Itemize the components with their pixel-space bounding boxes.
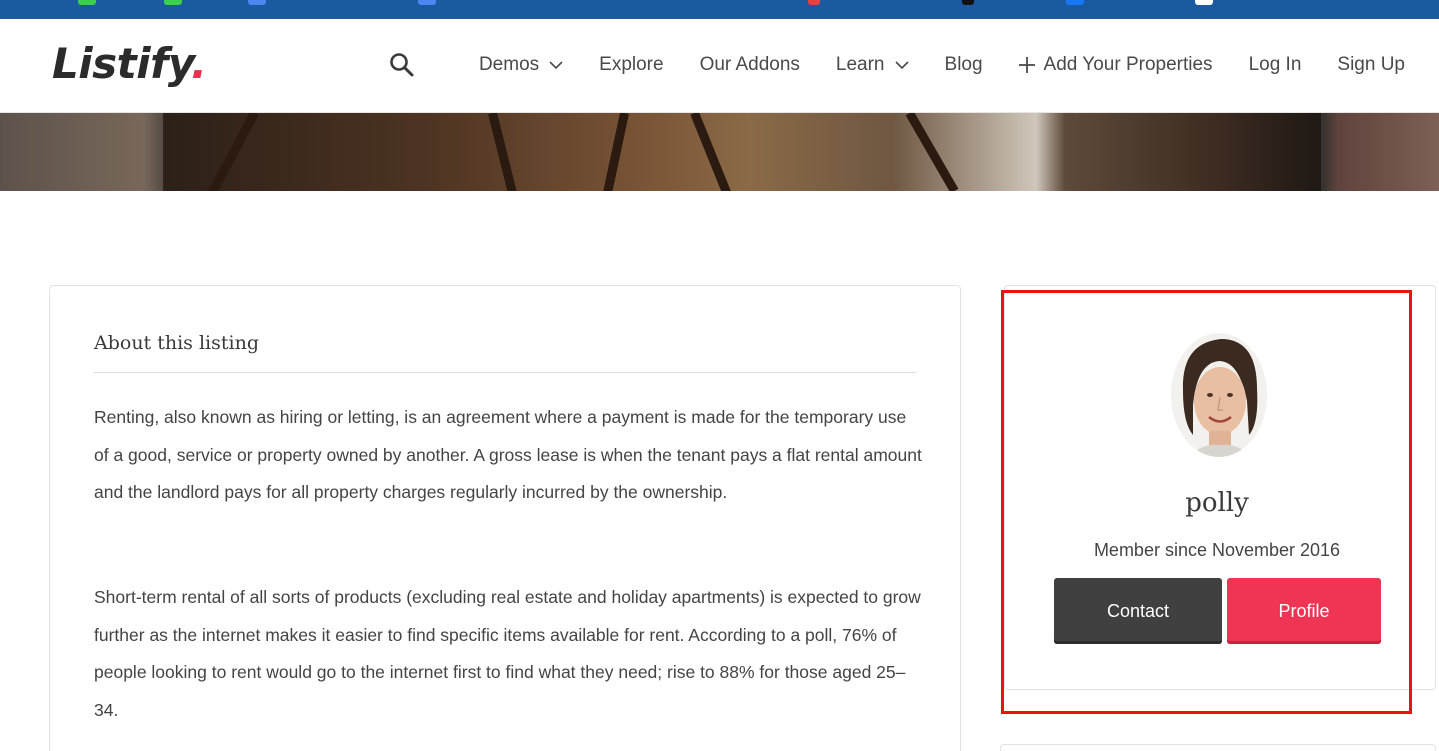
contact-button[interactable]: Contact [1054, 578, 1222, 644]
nav-demos-label: Demos [478, 54, 540, 75]
browser-bookmarks-bar [0, 0, 1439, 19]
search-icon[interactable] [389, 52, 415, 78]
nav-learn-label: Learn [835, 54, 885, 75]
member-since: Member since November 2016 [1093, 540, 1341, 560]
logo-dot: . [190, 39, 207, 88]
listing-paragraph: Short-term rental of all sorts of produc… [94, 587, 921, 720]
chair-leg [208, 113, 259, 191]
chevron-down-icon [549, 61, 563, 70]
nav-blog[interactable]: Blog [945, 54, 983, 76]
hero-image [0, 113, 1439, 191]
chair-leg [488, 113, 519, 191]
nav-log-in[interactable]: Log In [1249, 54, 1302, 76]
profile-button[interactable]: Profile [1227, 578, 1381, 644]
nav-our-addons-label: Our Addons [699, 54, 800, 75]
main-nav: Demos Explore Our Addons Learn Blog Add … [389, 19, 1405, 111]
listing-about-card: About this listing Renting, also known a… [49, 285, 961, 751]
bookmark-icon[interactable] [808, 0, 820, 5]
nav-sign-up-label: Sign Up [1337, 54, 1405, 75]
hero-image-left-panel [0, 113, 163, 191]
nav-blog-label: Blog [944, 54, 983, 75]
nav-log-in-label: Log In [1248, 54, 1302, 75]
plus-icon [1018, 57, 1035, 73]
bookmark-icon[interactable] [164, 0, 182, 5]
site-header: Listify. Demos Explore Our Addons Learn … [0, 19, 1439, 113]
bookmark-icon[interactable] [962, 0, 974, 5]
nav-learn[interactable]: Learn [836, 54, 909, 76]
site-logo[interactable]: Listify. [52, 39, 207, 88]
author-name[interactable]: polly [1004, 488, 1430, 518]
nav-explore[interactable]: Explore [599, 54, 663, 76]
nav-add-your-properties-label: Add Your Properties [1043, 54, 1213, 75]
logo-text: Listify [52, 39, 191, 88]
nav-add-your-properties[interactable]: Add Your Properties [1018, 54, 1213, 76]
bookmark-icon[interactable] [248, 0, 266, 5]
nav-sign-up[interactable]: Sign Up [1337, 54, 1405, 76]
chair-leg [601, 113, 629, 191]
nav-explore-label: Explore [599, 54, 664, 75]
next-widget [1000, 744, 1436, 751]
listing-paragraph: Renting, also known as hiring or letting… [94, 407, 922, 502]
bookmark-icon[interactable] [418, 0, 436, 5]
hero-image-right-panel [1321, 113, 1439, 191]
section-title: About this listing [94, 332, 259, 354]
bookmark-icon[interactable] [1066, 0, 1084, 5]
chair-leg [905, 113, 959, 191]
chevron-down-icon [894, 61, 909, 70]
bookmark-icon[interactable] [78, 0, 96, 5]
chair-leg [690, 113, 733, 191]
bookmark-icon[interactable] [1195, 0, 1213, 5]
section-divider [94, 372, 916, 373]
nav-demos[interactable]: Demos [479, 54, 563, 76]
nav-our-addons[interactable]: Our Addons [700, 54, 800, 76]
avatar[interactable] [1169, 331, 1269, 459]
